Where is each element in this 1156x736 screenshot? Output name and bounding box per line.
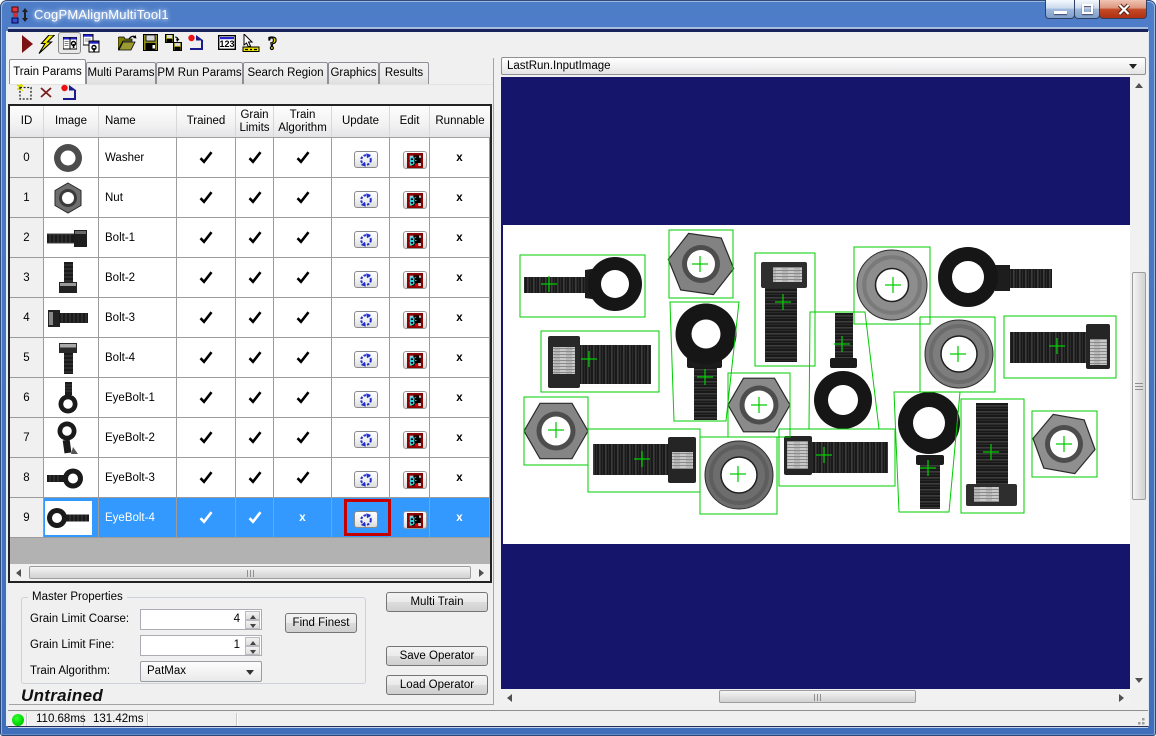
- svg-text:?: ?: [268, 34, 278, 52]
- svg-text:123: 123: [219, 39, 234, 49]
